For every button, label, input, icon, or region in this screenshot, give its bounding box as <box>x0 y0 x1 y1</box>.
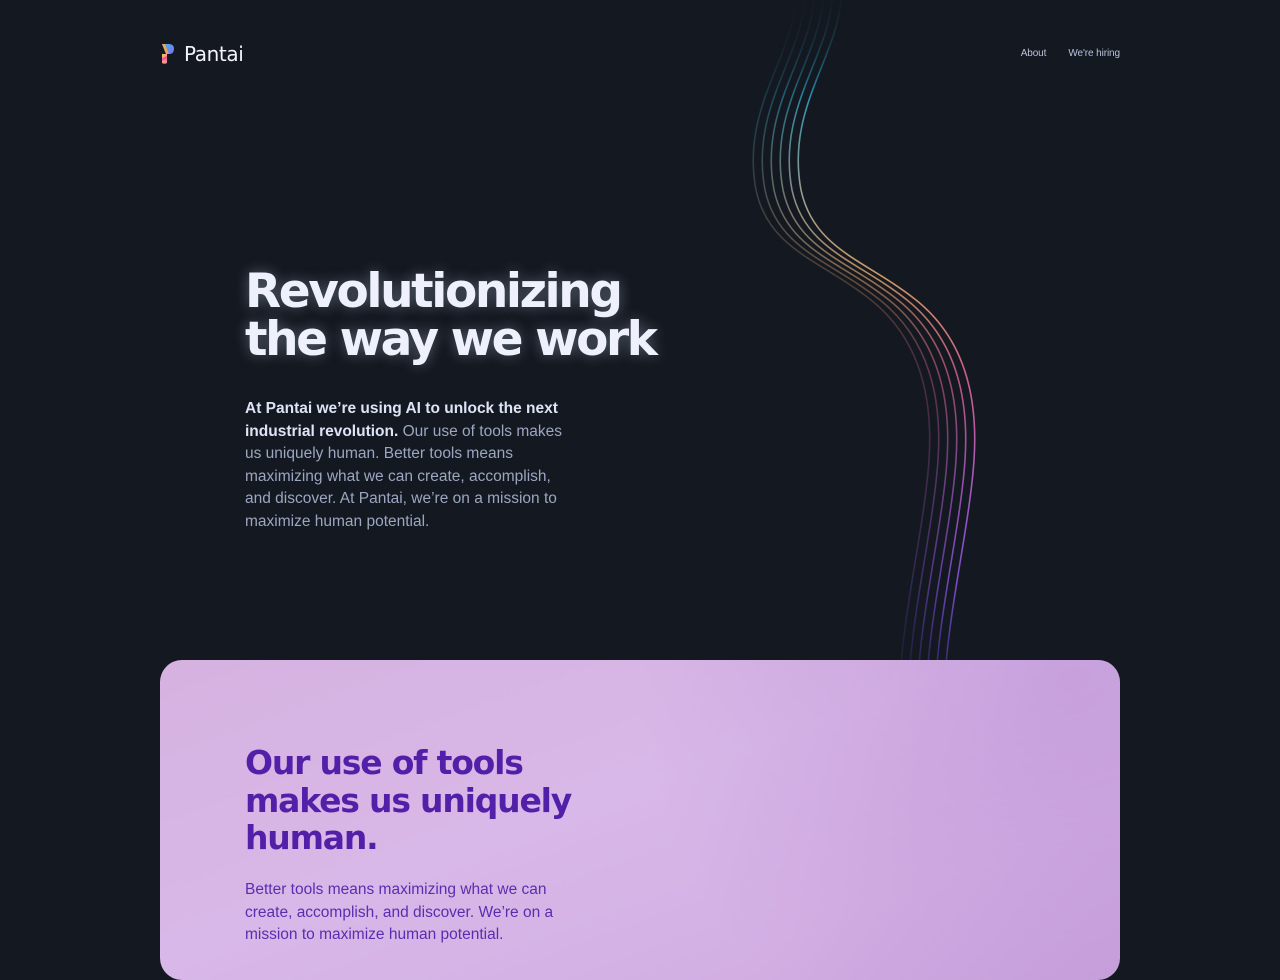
wave-line-4 <box>788 0 967 665</box>
feature-description: Better tools means maximizing what we ca… <box>245 881 554 943</box>
page: Pantai About We're hiring Revolutionizin… <box>0 0 1280 980</box>
nav-hiring-link[interactable]: We're hiring <box>1068 48 1120 59</box>
wave-line-2 <box>770 0 949 665</box>
hero-title-line-1: Revolutionizing <box>245 264 623 319</box>
brand-logo[interactable]: Pantai <box>160 40 244 68</box>
feature-title-line-3: human. <box>245 818 379 857</box>
nav-about-link[interactable]: About <box>1021 48 1047 59</box>
feature-title-line-2: makes us uniquely <box>245 780 572 820</box>
feature-title: Our use of tools makes us uniquely human… <box>245 743 572 857</box>
feature-card: Our use of tools makes us uniquely human… <box>160 660 1120 980</box>
brand-name: Pantai <box>184 42 244 66</box>
wave-line-5 <box>797 0 976 665</box>
hero-description: At Pantai we’re using AI to unlock the n… <box>245 398 567 533</box>
hero-title-line-2: the way we work <box>245 312 658 367</box>
hero-title: Revolutionizing the way we work <box>245 264 658 367</box>
feature-title-line-1: Our use of tools <box>245 743 524 782</box>
decorative-wave-lines <box>752 0 976 665</box>
wave-line-1 <box>761 0 940 665</box>
pantai-logo-icon <box>162 44 174 64</box>
top-nav: About We're hiring <box>1021 48 1120 59</box>
wave-line-6 <box>752 0 931 665</box>
wave-line-3 <box>779 0 958 665</box>
